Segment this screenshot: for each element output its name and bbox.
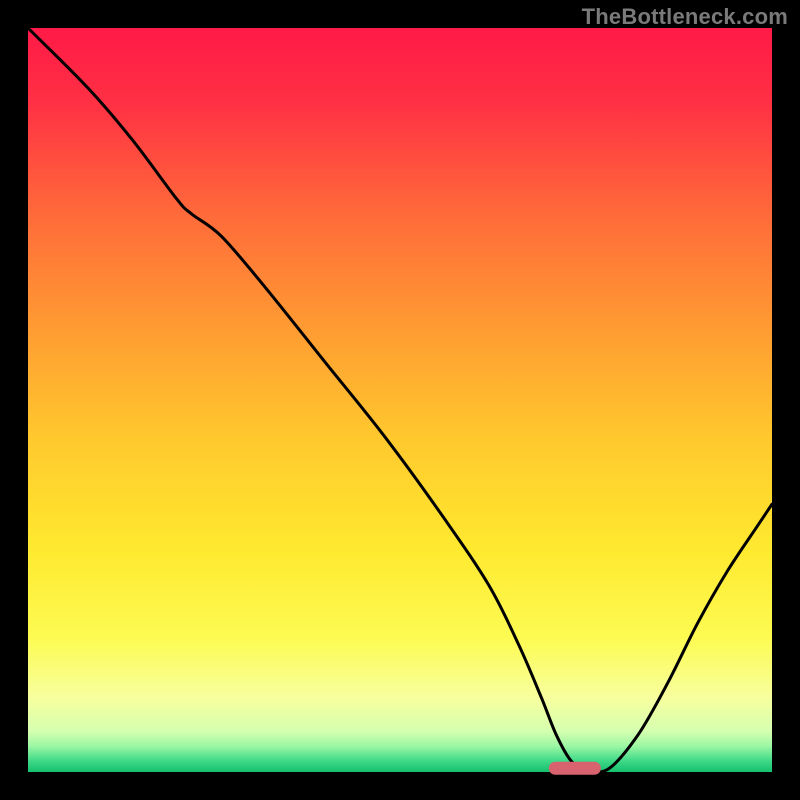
optimal-range-marker	[549, 762, 601, 775]
watermark-text: TheBottleneck.com	[582, 4, 788, 30]
bottleneck-chart	[0, 0, 800, 800]
gradient-background	[28, 28, 772, 772]
plot-area	[28, 28, 772, 775]
chart-frame: TheBottleneck.com	[0, 0, 800, 800]
